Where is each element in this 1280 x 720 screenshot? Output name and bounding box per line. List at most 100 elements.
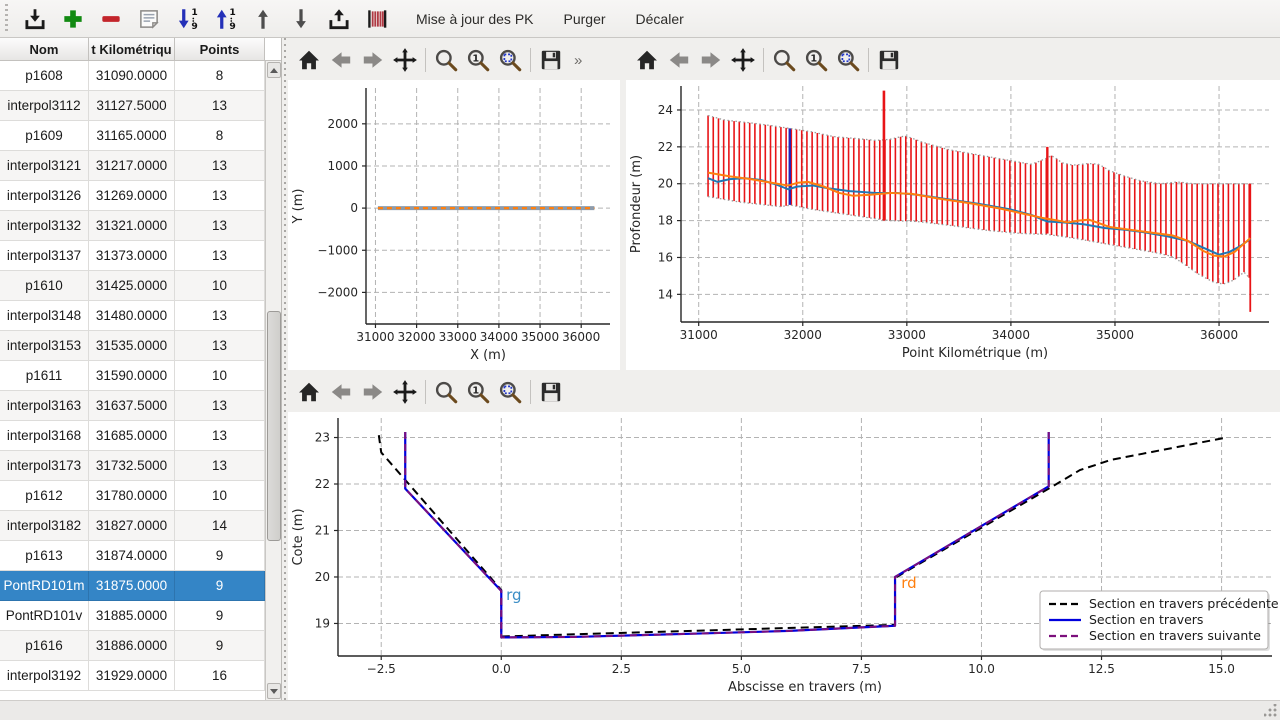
save-button[interactable] — [536, 45, 566, 75]
pan-button[interactable] — [390, 45, 420, 75]
table-row[interactable]: interpol314831480.000013 — [0, 301, 265, 331]
table-row[interactable]: interpol312631269.000013 — [0, 181, 265, 211]
zoom-one-button[interactable]: 1 — [801, 45, 831, 75]
sections-table-panel: Nom t Kilométriqu Points p160831090.0000… — [0, 38, 282, 700]
table-cell: interpol3173 — [0, 451, 89, 480]
svg-text:Y (m): Y (m) — [291, 189, 306, 225]
back-button[interactable] — [326, 45, 356, 75]
sections-icon — [364, 6, 390, 32]
sort-ascending-button[interactable]: 1 9 — [208, 3, 242, 35]
table-row[interactable]: interpol319231929.000016 — [0, 661, 265, 691]
table-row[interactable]: interpol311231127.500013 — [0, 91, 265, 121]
move-up-button[interactable] — [246, 3, 280, 35]
table-row[interactable]: interpol312131217.000013 — [0, 151, 265, 181]
scroll-down-button[interactable] — [267, 683, 281, 699]
table-row[interactable]: interpol315331535.000013 — [0, 331, 265, 361]
shift-button[interactable]: Décaler — [626, 5, 694, 33]
svg-text:−1000: −1000 — [317, 243, 358, 257]
column-header-points[interactable]: Points — [175, 38, 265, 60]
arrow-down-icon — [288, 6, 314, 32]
table-row[interactable]: PontRD101m31875.00009 — [0, 571, 265, 601]
toolbar-separator — [530, 380, 531, 404]
svg-text:Abscisse en travers (m): Abscisse en travers (m) — [728, 680, 882, 695]
save-button[interactable] — [536, 377, 566, 407]
forward-button[interactable] — [696, 45, 726, 75]
table-cell: 31590.0000 — [89, 361, 175, 390]
sort-descending-button[interactable]: 1 9 — [170, 3, 204, 35]
column-header-point-kilometrique[interactable]: t Kilométriqu — [89, 38, 175, 60]
remove-button[interactable] — [94, 3, 128, 35]
zoom-button[interactable] — [431, 377, 461, 407]
zoom-rect-button[interactable] — [833, 45, 863, 75]
svg-text:9: 9 — [229, 20, 235, 31]
profil-plot-canvas[interactable]: 3100032000330003400035000360001416182022… — [626, 80, 1280, 370]
zoom-rect-button[interactable] — [495, 45, 525, 75]
svg-text:−2.5: −2.5 — [367, 662, 396, 676]
table-cell: 31885.0000 — [89, 601, 175, 630]
svg-text:9: 9 — [191, 20, 197, 31]
notes-button[interactable] — [132, 3, 166, 35]
back-button[interactable] — [664, 45, 694, 75]
table-row[interactable]: interpol313731373.000013 — [0, 241, 265, 271]
scroll-down-icon — [270, 689, 278, 694]
update-pk-button[interactable]: Mise à jour des PK — [406, 5, 544, 33]
back-button[interactable] — [326, 377, 356, 407]
home-button[interactable] — [294, 45, 324, 75]
table-cell: 31373.0000 — [89, 241, 175, 270]
table-cell: 31780.0000 — [89, 481, 175, 510]
zoom-rect-button[interactable] — [495, 377, 525, 407]
table-cell: 13 — [175, 391, 265, 420]
table-row[interactable]: p161631886.00009 — [0, 631, 265, 661]
table-row[interactable]: p161031425.000010 — [0, 271, 265, 301]
toolbar-separator — [868, 48, 869, 72]
forward-button[interactable] — [358, 377, 388, 407]
status-bar — [0, 700, 1280, 720]
table-cell: 31217.0000 — [89, 151, 175, 180]
svg-text:X (m): X (m) — [470, 348, 506, 363]
table-row[interactable]: p161231780.000010 — [0, 481, 265, 511]
table-row[interactable]: p161131590.000010 — [0, 361, 265, 391]
section-plot-canvas[interactable]: −2.50.02.55.07.510.012.515.01920212223Ab… — [288, 412, 1280, 700]
svg-text:35000: 35000 — [521, 330, 559, 344]
forward-button[interactable] — [358, 45, 388, 75]
table-row[interactable]: interpol316331637.500013 — [0, 391, 265, 421]
table-row[interactable]: interpol317331732.500013 — [0, 451, 265, 481]
table-row[interactable]: p160931165.00008 — [0, 121, 265, 151]
pan-button[interactable] — [728, 45, 758, 75]
home-button[interactable] — [632, 45, 662, 75]
add-button[interactable] — [56, 3, 90, 35]
purge-button[interactable]: Purger — [554, 5, 616, 33]
svg-text:0: 0 — [350, 201, 358, 215]
zoom-button[interactable] — [769, 45, 799, 75]
zoom-one-button[interactable]: 1 — [463, 377, 493, 407]
svg-text:1000: 1000 — [327, 159, 358, 173]
table-row[interactable]: interpol318231827.000014 — [0, 511, 265, 541]
trace-plot-canvas[interactable]: 310003200033000340003500036000−2000−1000… — [288, 80, 620, 370]
toolbar-grip[interactable] — [2, 4, 12, 34]
scrollbar-thumb[interactable] — [267, 311, 281, 541]
save-button[interactable] — [874, 45, 904, 75]
table-row[interactable]: p160831090.00008 — [0, 61, 265, 91]
table-row[interactable]: PontRD101v31885.00009 — [0, 601, 265, 631]
svg-text:5.0: 5.0 — [732, 662, 751, 676]
table-row[interactable]: interpol313231321.000013 — [0, 211, 265, 241]
scroll-up-button[interactable] — [267, 62, 281, 78]
table-cell: PontRD101m — [0, 571, 89, 600]
pan-button[interactable] — [390, 377, 420, 407]
import-button[interactable] — [18, 3, 52, 35]
move-down-button[interactable] — [284, 3, 318, 35]
svg-text:20: 20 — [658, 177, 673, 191]
table-cell: 31886.0000 — [89, 631, 175, 660]
table-row[interactable]: p161331874.00009 — [0, 541, 265, 571]
table-scrollbar[interactable] — [265, 61, 281, 700]
table-cell: 13 — [175, 331, 265, 360]
column-header-nom[interactable]: Nom — [0, 38, 89, 60]
toolbar-overflow-button[interactable]: » — [568, 52, 587, 69]
export-button[interactable] — [322, 3, 356, 35]
home-button[interactable] — [294, 377, 324, 407]
table-row[interactable]: interpol316831685.000013 — [0, 421, 265, 451]
zoom-one-button[interactable]: 1 — [463, 45, 493, 75]
resize-grip-icon[interactable] — [1264, 704, 1277, 717]
sections-button[interactable] — [360, 3, 394, 35]
zoom-button[interactable] — [431, 45, 461, 75]
